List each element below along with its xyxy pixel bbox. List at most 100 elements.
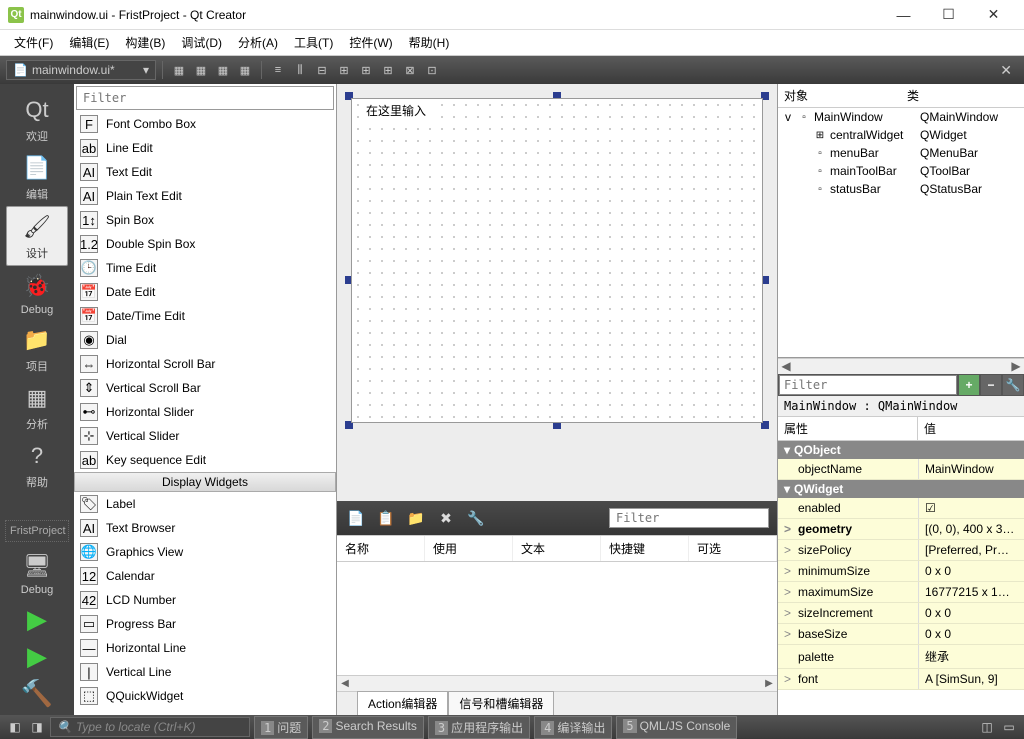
- property-table[interactable]: ▾QObjectobjectNameMainWindow▾QWidgetenab…: [778, 441, 1024, 715]
- action-col[interactable]: 可选: [689, 536, 777, 561]
- paste-action-button[interactable]: 📁: [405, 507, 427, 529]
- layout-h-button[interactable]: ≡: [268, 60, 288, 80]
- menu-4[interactable]: 分析(A): [232, 32, 284, 53]
- widget-item[interactable]: ◉Dial: [74, 328, 336, 352]
- expand-icon[interactable]: >: [784, 672, 794, 686]
- mode-编辑[interactable]: 📄编辑: [6, 148, 68, 206]
- widget-item[interactable]: AIText Browser: [74, 516, 336, 540]
- close-design-button[interactable]: ✕: [994, 62, 1018, 79]
- configure-property-button[interactable]: 🔧: [1003, 375, 1023, 395]
- expand-icon[interactable]: >: [784, 627, 794, 641]
- menu-7[interactable]: 帮助(H): [403, 32, 456, 53]
- property-row[interactable]: palette继承: [778, 645, 1024, 669]
- layout-hsplit-button[interactable]: ⊟: [312, 60, 332, 80]
- action-col[interactable]: 快捷键: [601, 536, 689, 561]
- action-col[interactable]: 名称: [337, 536, 425, 561]
- mode-项目[interactable]: 📁项目: [6, 320, 68, 378]
- property-row[interactable]: >sizeIncrement0 x 0: [778, 603, 1024, 624]
- menu-1[interactable]: 编辑(E): [63, 32, 115, 53]
- remove-property-button[interactable]: −: [981, 375, 1001, 395]
- menu-placeholder[interactable]: 在这里输入: [360, 101, 432, 120]
- widget-item[interactable]: —Horizontal Line: [74, 636, 336, 660]
- widget-filter-input[interactable]: [76, 86, 334, 110]
- property-row[interactable]: >sizePolicy[Preferred, Pr…: [778, 540, 1024, 561]
- design-canvas[interactable]: 在这里输入: [337, 84, 777, 501]
- widget-item[interactable]: 📅Date/Time Edit: [74, 304, 336, 328]
- break-layout-button[interactable]: ⊠: [400, 60, 420, 80]
- expand-icon[interactable]: >: [784, 564, 794, 578]
- expand-icon[interactable]: >: [784, 585, 794, 599]
- kit-selector-project[interactable]: FristProject: [5, 520, 69, 542]
- file-selector[interactable]: 📄 mainwindow.ui* ▾: [6, 60, 156, 80]
- edit-tab-order-button[interactable]: ▦: [235, 60, 255, 80]
- mode-帮助[interactable]: ?帮助: [6, 436, 68, 494]
- widget-item[interactable]: ⇔Horizontal Scroll Bar: [74, 352, 336, 376]
- property-row[interactable]: >minimumSize0 x 0: [778, 561, 1024, 582]
- widget-item[interactable]: ▭Progress Bar: [74, 612, 336, 636]
- layout-grid-button[interactable]: ⊞: [356, 60, 376, 80]
- prop-value[interactable]: A [SimSun, 9]: [918, 669, 1024, 689]
- new-action-button[interactable]: 📄: [345, 507, 367, 529]
- widget-item[interactable]: 🌐Graphics View: [74, 540, 336, 564]
- widget-item[interactable]: AIPlain Text Edit: [74, 184, 336, 208]
- output-tab[interactable]: 3应用程序输出: [428, 716, 530, 739]
- property-row[interactable]: >baseSize0 x 0: [778, 624, 1024, 645]
- widget-item[interactable]: 1.2Double Spin Box: [74, 232, 336, 256]
- widget-item[interactable]: ⬚QQuickWidget: [74, 684, 336, 708]
- toggle-left-pane-icon[interactable]: ◧: [6, 718, 24, 736]
- mode-Debug[interactable]: 🐞Debug: [6, 266, 68, 320]
- property-row[interactable]: >fontA [SimSun, 9]: [778, 669, 1024, 690]
- menu-6[interactable]: 控件(W): [343, 32, 398, 53]
- obj-hscroll[interactable]: ◀ ▶: [778, 358, 1024, 374]
- run-button[interactable]: ▶: [27, 604, 47, 635]
- minimize-button[interactable]: —: [881, 1, 926, 29]
- layout-v-button[interactable]: ⫼: [290, 60, 310, 80]
- object-row[interactable]: ▫menuBarQMenuBar: [778, 144, 1024, 162]
- widget-item[interactable]: |Vertical Line: [74, 660, 336, 684]
- object-row[interactable]: ⊞centralWidgetQWidget: [778, 126, 1024, 144]
- prop-value[interactable]: 0 x 0: [918, 603, 1024, 623]
- edit-buddies-button[interactable]: ▦: [213, 60, 233, 80]
- layout-vsplit-button[interactable]: ⊞: [334, 60, 354, 80]
- scroll-right-icon[interactable]: ▶: [1008, 359, 1024, 374]
- prop-value[interactable]: [Preferred, Pr…: [918, 540, 1024, 560]
- widget-item[interactable]: 📅Date Edit: [74, 280, 336, 304]
- property-filter-input[interactable]: [779, 375, 957, 395]
- widget-item[interactable]: ⊹Vertical Slider: [74, 424, 336, 448]
- expand-icon[interactable]: v: [782, 110, 794, 124]
- configure-action-button[interactable]: 🔧: [465, 507, 487, 529]
- edit-signals-button[interactable]: ▦: [191, 60, 211, 80]
- kit-selector[interactable]: 🖥 Debug: [6, 546, 68, 600]
- widget-list[interactable]: FFont Combo BoxabLine EditAIText EditAIP…: [74, 112, 336, 715]
- locator-input[interactable]: 🔍 Type to locate (Ctrl+K): [50, 717, 250, 737]
- adjust-size-button[interactable]: ⊡: [422, 60, 442, 80]
- progress-icon[interactable]: ▭: [1000, 718, 1018, 736]
- mode-欢迎[interactable]: Qt欢迎: [6, 90, 68, 148]
- action-tab[interactable]: Action编辑器: [357, 691, 448, 715]
- widget-group-header[interactable]: Display Widgets: [74, 472, 336, 492]
- scroll-left-icon[interactable]: ◀: [337, 678, 353, 689]
- add-property-button[interactable]: +: [959, 375, 979, 395]
- action-col[interactable]: 文本: [513, 536, 601, 561]
- property-row[interactable]: >maximumSize16777215 x 1…: [778, 582, 1024, 603]
- property-row[interactable]: enabled☑: [778, 498, 1024, 519]
- prop-value[interactable]: 继承: [918, 645, 1024, 668]
- layout-form-button[interactable]: ⊞: [378, 60, 398, 80]
- object-tree[interactable]: v▫MainWindowQMainWindow⊞centralWidgetQWi…: [778, 108, 1024, 358]
- debug-run-button[interactable]: ▶: [27, 641, 47, 672]
- widget-item[interactable]: FFont Combo Box: [74, 112, 336, 136]
- widget-item[interactable]: 🏷Label: [74, 492, 336, 516]
- action-filter-input[interactable]: [609, 508, 769, 528]
- prop-value[interactable]: [(0, 0), 400 x 3…: [918, 519, 1024, 539]
- toggle-sidebar-icon[interactable]: ◫: [978, 718, 996, 736]
- action-tab[interactable]: 信号和槽编辑器: [448, 691, 554, 715]
- output-tab[interactable]: 1问题: [254, 716, 308, 739]
- prop-value[interactable]: 16777215 x 1…: [918, 582, 1024, 602]
- delete-action-button[interactable]: ✖: [435, 507, 457, 529]
- action-col[interactable]: 使用: [425, 536, 513, 561]
- mode-设计[interactable]: 🖌设计: [6, 206, 68, 266]
- close-button[interactable]: ✕: [971, 1, 1016, 29]
- widget-item[interactable]: abLine Edit: [74, 136, 336, 160]
- prop-group-header[interactable]: ▾QObject: [778, 441, 1024, 459]
- widget-item[interactable]: ⇕Vertical Scroll Bar: [74, 376, 336, 400]
